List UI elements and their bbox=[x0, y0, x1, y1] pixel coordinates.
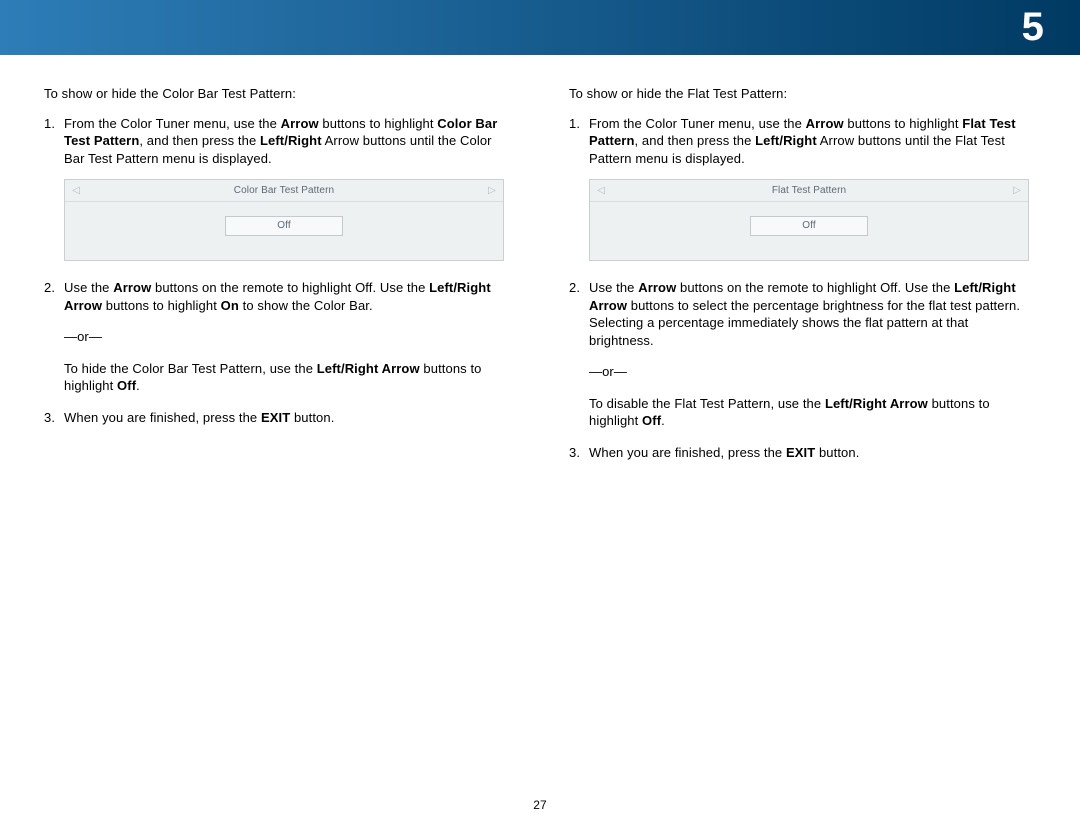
right-column: To show or hide the Flat Test Pattern: F… bbox=[569, 85, 1036, 476]
triangle-left-icon: ◁ bbox=[65, 184, 87, 198]
left-step-2: Use the Arrow buttons on the remote to h… bbox=[64, 279, 511, 395]
left-or: —or— bbox=[64, 328, 511, 346]
chapter-header: 5 bbox=[0, 0, 1080, 55]
color-bar-menu-box: ◁ Color Bar Test Pattern ▷ Off bbox=[64, 179, 504, 261]
menu-value-button: Off bbox=[225, 216, 343, 236]
menu-title-row: ◁ Flat Test Pattern ▷ bbox=[590, 180, 1028, 202]
triangle-left-icon: ◁ bbox=[590, 184, 612, 198]
triangle-right-icon: ▷ bbox=[1006, 184, 1028, 198]
right-or: —or— bbox=[589, 363, 1036, 381]
chapter-number: 5 bbox=[1022, 5, 1044, 50]
left-intro: To show or hide the Color Bar Test Patte… bbox=[44, 85, 511, 103]
menu-value-button: Off bbox=[750, 216, 868, 236]
page-number: 27 bbox=[0, 798, 1080, 812]
left-column: To show or hide the Color Bar Test Patte… bbox=[44, 85, 511, 476]
right-intro: To show or hide the Flat Test Pattern: bbox=[569, 85, 1036, 103]
right-step-2: Use the Arrow buttons on the remote to h… bbox=[589, 279, 1036, 430]
flat-menu-box: ◁ Flat Test Pattern ▷ Off bbox=[589, 179, 1029, 261]
right-step-1: From the Color Tuner menu, use the Arrow… bbox=[589, 115, 1036, 262]
right-step-3: When you are finished, press the EXIT bu… bbox=[589, 444, 1036, 462]
menu-title: Flat Test Pattern bbox=[612, 184, 1006, 198]
left-step-1: From the Color Tuner menu, use the Arrow… bbox=[64, 115, 511, 262]
menu-title-row: ◁ Color Bar Test Pattern ▷ bbox=[65, 180, 503, 202]
menu-title: Color Bar Test Pattern bbox=[87, 184, 481, 198]
left-step-3: When you are finished, press the EXIT bu… bbox=[64, 409, 511, 427]
triangle-right-icon: ▷ bbox=[481, 184, 503, 198]
